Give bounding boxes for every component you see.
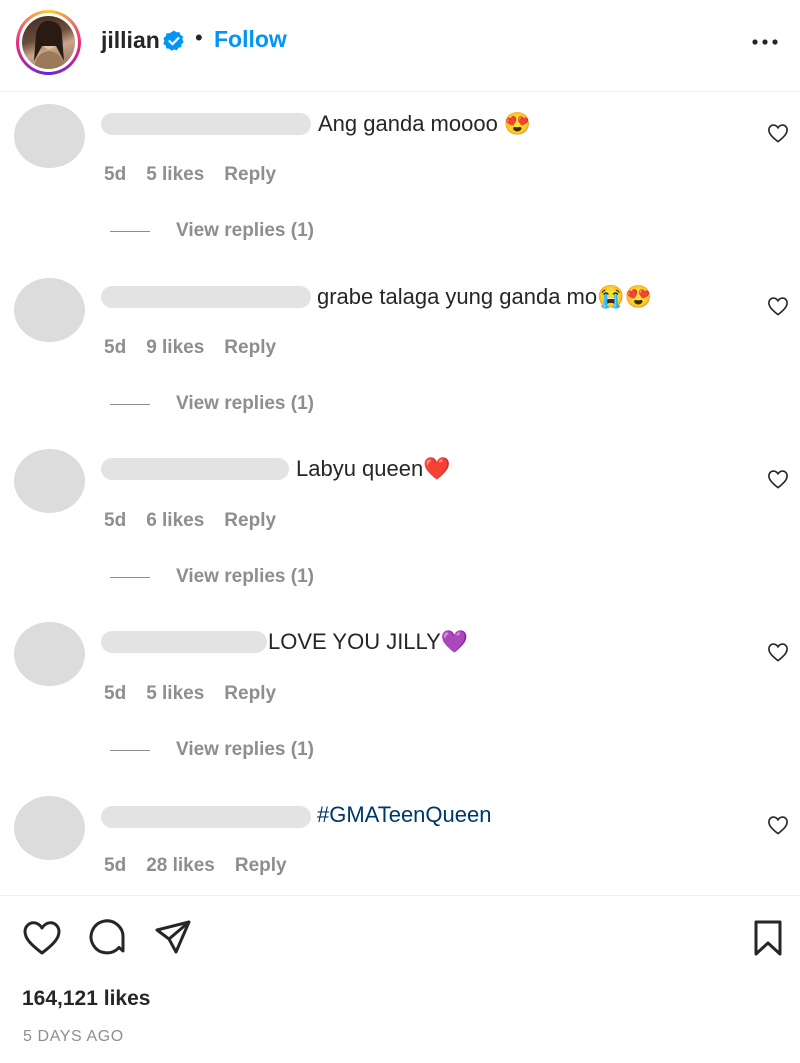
comment-meta: 5d 6 likes Reply [104,510,296,532]
comment-like-heart-icon[interactable] [767,296,789,316]
commenter-username-redacted[interactable] [101,806,311,828]
reply-button[interactable]: Reply [224,337,276,358]
avatar [22,16,75,69]
commenter-username-redacted[interactable] [101,286,311,308]
view-replies-button[interactable]: View replies (1) [176,393,314,415]
comment-age: 5d [104,164,127,185]
comment-hashtag[interactable]: #GMATeenQueen [317,802,491,828]
reply-button[interactable]: Reply [224,164,276,185]
replies-divider [110,750,150,751]
commenter-avatar[interactable] [14,104,85,168]
comment-age: 5d [104,683,127,704]
comment-age: 5d [104,510,127,531]
comment-text: LOVE YOU JILLY💜 [268,629,469,654]
commenter-avatar[interactable] [14,449,85,513]
post-header: jillian • Follow [0,0,800,92]
post-timestamp: 5 DAYS AGO [23,1028,124,1045]
comment-meta: 5d 28 likes Reply [104,855,307,877]
action-bar [0,895,800,956]
more-horizontal-icon[interactable] [750,30,782,54]
comment-age: 5d [104,337,127,358]
comment-like-heart-icon[interactable] [767,123,789,143]
comment-likes-count[interactable]: 5 likes [146,164,204,185]
verified-badge-icon [163,30,184,51]
share-icon[interactable] [153,918,193,958]
heart-icon[interactable] [22,920,62,956]
reply-button[interactable]: Reply [224,683,276,704]
post-likes-count[interactable]: 164,121 likes [22,987,150,1011]
comment-text: Ang ganda moooo 😍 [318,111,532,136]
commenter-username-redacted[interactable] [101,113,311,135]
comment-icon[interactable] [88,918,128,958]
comment-like-heart-icon[interactable] [767,469,789,489]
commenter-avatar[interactable] [14,278,85,342]
follow-button[interactable]: Follow [214,26,287,53]
view-replies-button[interactable]: View replies (1) [176,566,314,588]
replies-divider [110,404,150,405]
commenter-username-redacted[interactable] [101,458,289,480]
comment-like-heart-icon[interactable] [767,642,789,662]
view-replies-button[interactable]: View replies (1) [176,739,314,761]
profile-photo [34,20,64,69]
username[interactable]: jillian [101,27,160,54]
comment-meta: 5d 9 likes Reply [104,337,296,359]
separator-dot: • [195,25,203,50]
comment-likes-count[interactable]: 6 likes [146,510,204,531]
comment-age: 5d [104,855,127,876]
comment-like-heart-icon[interactable] [767,815,789,835]
view-replies-button[interactable]: View replies (1) [176,220,314,242]
bookmark-icon[interactable] [752,918,784,958]
replies-divider [110,577,150,578]
commenter-username-redacted[interactable] [101,631,267,653]
comment-text: grabe talaga yung ganda mo😭😍 [317,284,652,309]
reply-button[interactable]: Reply [224,510,276,531]
commenter-avatar[interactable] [14,622,85,686]
comment-meta: 5d 5 likes Reply [104,683,296,705]
story-ring[interactable] [16,10,81,75]
commenter-avatar[interactable] [14,796,85,860]
comment-likes-count[interactable]: 9 likes [146,337,204,358]
comment-likes-count[interactable]: 5 likes [146,683,204,704]
reply-button[interactable]: Reply [235,855,287,876]
comment-text: Labyu queen❤️ [296,456,451,481]
replies-divider [110,231,150,232]
comment-likes-count[interactable]: 28 likes [146,855,215,876]
comment-meta: 5d 5 likes Reply [104,164,296,186]
